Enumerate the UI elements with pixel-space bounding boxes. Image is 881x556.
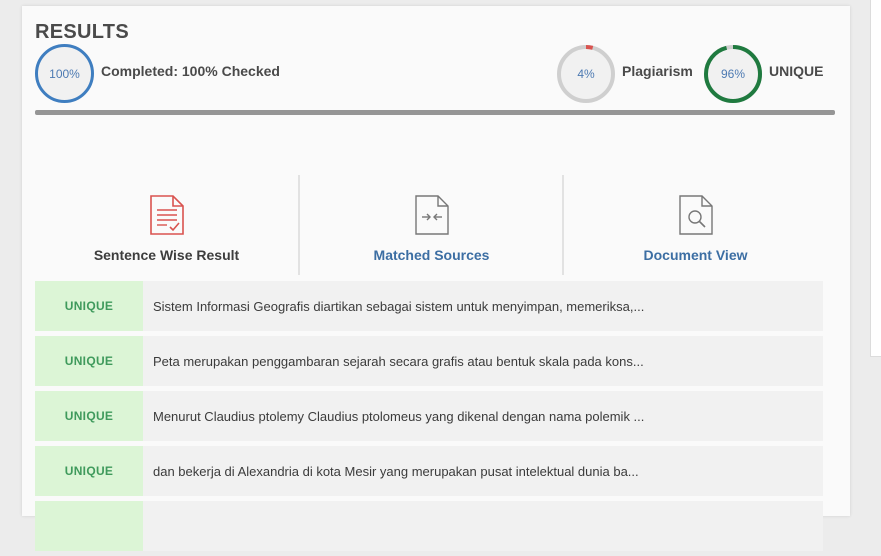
completed-progress-ring: 100% [35,44,94,103]
progress-bar [35,110,835,115]
document-check-icon [149,194,185,241]
tab-label: Matched Sources [373,247,490,263]
sentence-text: Sistem Informasi Geografis diartikan seb… [153,298,645,314]
tab-label: Document View [643,247,748,263]
plagiarism-progress-ring: 4% [556,44,616,104]
plagiarism-percent: 4% [577,67,595,81]
status-badge: UNIQUE [35,446,143,496]
unique-label: UNIQUE [769,63,824,79]
results-title: RESULTS [35,21,129,43]
completed-label: Completed: 100% Checked [101,63,280,79]
sentence-text: Peta merupakan penggambaran sejarah seca… [153,353,644,369]
list-item[interactable] [35,501,823,551]
sentence-text [143,501,823,551]
sentence-results-list: UNIQUE Sistem Informasi Geografis diarti… [35,281,823,556]
status-badge: UNIQUE [35,391,143,441]
completed-percent: 100% [49,66,80,81]
list-item[interactable]: UNIQUE dan bekerja di Alexandria di kota… [35,446,823,496]
tab-document-view[interactable]: Document View [562,175,827,275]
side-panel-edge [870,0,881,357]
tab-sentence-wise-result[interactable]: Sentence Wise Result [35,175,298,275]
tab-matched-sources[interactable]: Matched Sources [298,175,563,275]
plagiarism-label: Plagiarism [622,63,693,79]
list-item[interactable]: UNIQUE Menurut Claudius ptolemy Claudius… [35,391,823,441]
list-item[interactable]: UNIQUE Sistem Informasi Geografis diarti… [35,281,823,331]
status-badge [35,501,143,551]
status-badge: UNIQUE [35,336,143,386]
status-badge: UNIQUE [35,281,143,331]
list-item[interactable]: UNIQUE Peta merupakan penggambaran sejar… [35,336,823,386]
document-search-icon [678,194,714,241]
tab-label: Sentence Wise Result [93,247,240,263]
sentence-text: dan bekerja di Alexandria di kota Mesir … [153,463,639,479]
sentence-text: Menurut Claudius ptolemy Claudius ptolom… [153,408,645,424]
document-compare-icon [414,194,450,241]
unique-percent: 96% [720,67,746,81]
unique-progress-ring: 96% [703,44,763,104]
